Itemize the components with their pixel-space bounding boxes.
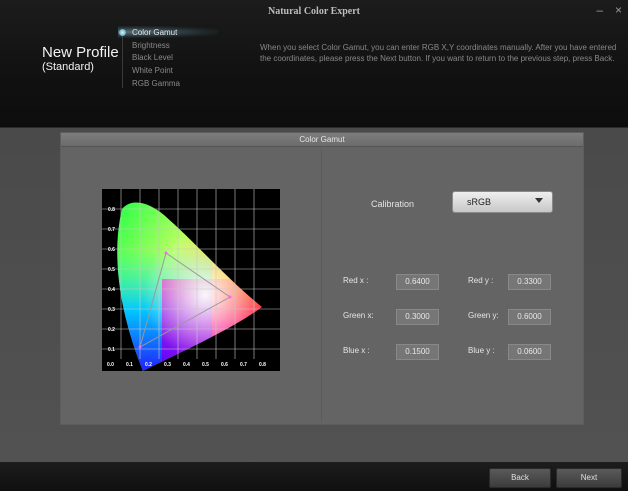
y-tick-label: 0.8: [108, 207, 115, 213]
profile-title: New Profile: [42, 44, 119, 61]
y-tick-label: 0.4: [108, 287, 115, 293]
blue-primary-marker: [138, 345, 142, 349]
x-tick-label: 0.5: [202, 362, 209, 368]
red-y-label: Red y :: [468, 276, 494, 285]
panel-divider: [321, 149, 322, 421]
color-gamut-panel: Color Gamut 0.8 0.7 0.6 0.5 0.4 0.3 0.2 …: [60, 132, 584, 425]
blue-y-label: Blue y :: [468, 346, 495, 355]
x-tick-label: 0.6: [221, 362, 228, 368]
x-tick-label: 0.7: [240, 362, 247, 368]
red-x-field[interactable]: 0.6400: [396, 274, 439, 290]
calibration-label: Calibration: [371, 199, 415, 209]
green-y-label: Green y:: [468, 311, 499, 320]
calibration-value: sRGB: [467, 197, 492, 207]
blue-y-field[interactable]: 0.0600: [508, 344, 551, 360]
footer-bar: Back Next: [0, 462, 628, 491]
next-button[interactable]: Next: [556, 468, 622, 488]
red-y-field[interactable]: 0.3300: [508, 274, 551, 290]
step-color-gamut[interactable]: Color Gamut: [132, 28, 177, 37]
dropdown-arrow-icon: [535, 198, 543, 203]
x-tick-label: 0.0: [107, 362, 114, 368]
green-primary-marker: [164, 251, 168, 255]
x-tick-label: 0.8: [259, 362, 266, 368]
spectral-locus-fill: [117, 202, 263, 371]
step-white-point[interactable]: White Point: [132, 66, 173, 75]
step-list: Color Gamut Brightness Black Level White…: [118, 26, 268, 98]
x-tick-label: 0.3: [164, 362, 171, 368]
y-tick-label: 0.7: [108, 227, 115, 233]
y-tick-label: 0.6: [108, 247, 115, 253]
close-icon[interactable]: ×: [615, 3, 622, 17]
content-area: Color Gamut 0.8 0.7 0.6 0.5 0.4 0.3 0.2 …: [0, 128, 628, 462]
instructions-text: When you select Color Gamut, you can ent…: [260, 43, 617, 63]
y-tick-label: 0.5: [108, 267, 115, 273]
header-bar: Natural Color Expert – × New Profile (St…: [0, 0, 628, 128]
blue-x-label: Blue x :: [343, 346, 370, 355]
green-x-field[interactable]: 0.3000: [396, 309, 439, 325]
red-primary-marker: [228, 295, 232, 299]
minimize-icon[interactable]: –: [596, 3, 603, 17]
x-tick-label: 0.2: [145, 362, 152, 368]
red-x-label: Red x :: [343, 276, 369, 285]
y-tick-label: 0.1: [108, 347, 115, 353]
blue-x-field[interactable]: 0.1500: [396, 344, 439, 360]
calibration-dropdown[interactable]: sRGB: [452, 191, 553, 213]
green-y-field[interactable]: 0.6000: [508, 309, 551, 325]
step-brightness[interactable]: Brightness: [132, 41, 170, 50]
profile-subtitle: (Standard): [42, 61, 94, 73]
y-tick-label: 0.2: [108, 327, 115, 333]
app-window: Natural Color Expert – × New Profile (St…: [0, 0, 628, 491]
back-button[interactable]: Back: [489, 468, 551, 488]
panel-title: Color Gamut: [61, 133, 583, 147]
step-rgb-gamma[interactable]: RGB Gamma: [132, 79, 180, 88]
y-tick-label: 0.3: [108, 307, 115, 313]
x-tick-label: 0.4: [183, 362, 190, 368]
x-tick-label: 0.1: [126, 362, 133, 368]
active-step-dot-icon: [119, 29, 126, 36]
step-black-level[interactable]: Black Level: [132, 53, 173, 62]
cie-chromaticity-diagram: 0.8 0.7 0.6 0.5 0.4 0.3 0.2 0.1 0.0 0.1 …: [102, 189, 280, 371]
window-title: Natural Color Expert: [267, 6, 361, 17]
step-track: [122, 30, 123, 88]
green-x-label: Green x:: [343, 311, 374, 320]
